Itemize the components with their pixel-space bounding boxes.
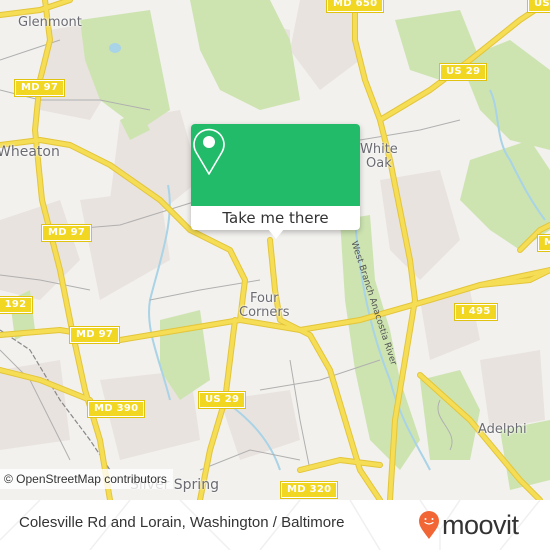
moovit-brand: moovit bbox=[418, 506, 519, 544]
route-shield-md-320: MD 320 bbox=[279, 481, 339, 499]
place-label-adelphi: Adelphi bbox=[478, 422, 527, 437]
place-label-white-oak-line2: Oak bbox=[366, 156, 392, 171]
popup-header bbox=[191, 124, 360, 206]
moovit-logo-icon bbox=[419, 511, 439, 539]
map-attribution[interactable]: © OpenStreetMap contributors bbox=[0, 469, 173, 489]
route-shield-md-192: MD 192 bbox=[0, 296, 34, 314]
footer: Colesville Rd and Lorain, Washington / B… bbox=[0, 500, 550, 550]
place-label-white-oak-line1: White bbox=[360, 142, 398, 157]
route-shield-md: MD bbox=[537, 234, 550, 252]
route-shield-md-97: MD 97 bbox=[13, 79, 66, 97]
route-shield-md-650: MD 650 bbox=[325, 0, 385, 13]
place-label-four-corners: Four Corners bbox=[239, 292, 290, 320]
route-shield-us-29: US 29 bbox=[526, 0, 550, 13]
destination-popup: Take me there bbox=[191, 124, 360, 230]
route-shield-md-97: MD 97 bbox=[68, 326, 121, 344]
route-shield-i-495: I 495 bbox=[454, 303, 498, 321]
route-shield-md-390: MD 390 bbox=[86, 400, 146, 418]
route-shield-us-29: US 29 bbox=[197, 391, 247, 409]
place-label-four-corners-line2: Corners bbox=[239, 305, 290, 320]
popup-pointer bbox=[268, 229, 284, 239]
place-label-white-oak: White Oak bbox=[360, 143, 398, 171]
route-shield-us-29: US 29 bbox=[438, 63, 488, 81]
pond bbox=[109, 43, 121, 53]
place-label-wheaton: Wheaton bbox=[0, 144, 60, 160]
route-shield-md-97: MD 97 bbox=[40, 224, 93, 242]
stop-title: Colesville Rd and Lorain, Washington / B… bbox=[19, 514, 345, 531]
take-me-there-button[interactable]: Take me there bbox=[191, 206, 360, 230]
moovit-wordmark: moovit bbox=[442, 509, 519, 540]
location-pin-icon bbox=[193, 128, 225, 175]
place-label-four-corners-line1: Four bbox=[249, 291, 279, 306]
place-label-glenmont: Glenmont bbox=[18, 15, 82, 30]
map[interactable]: Glenmont Wheaton White Oak Four Corners … bbox=[0, 0, 550, 500]
